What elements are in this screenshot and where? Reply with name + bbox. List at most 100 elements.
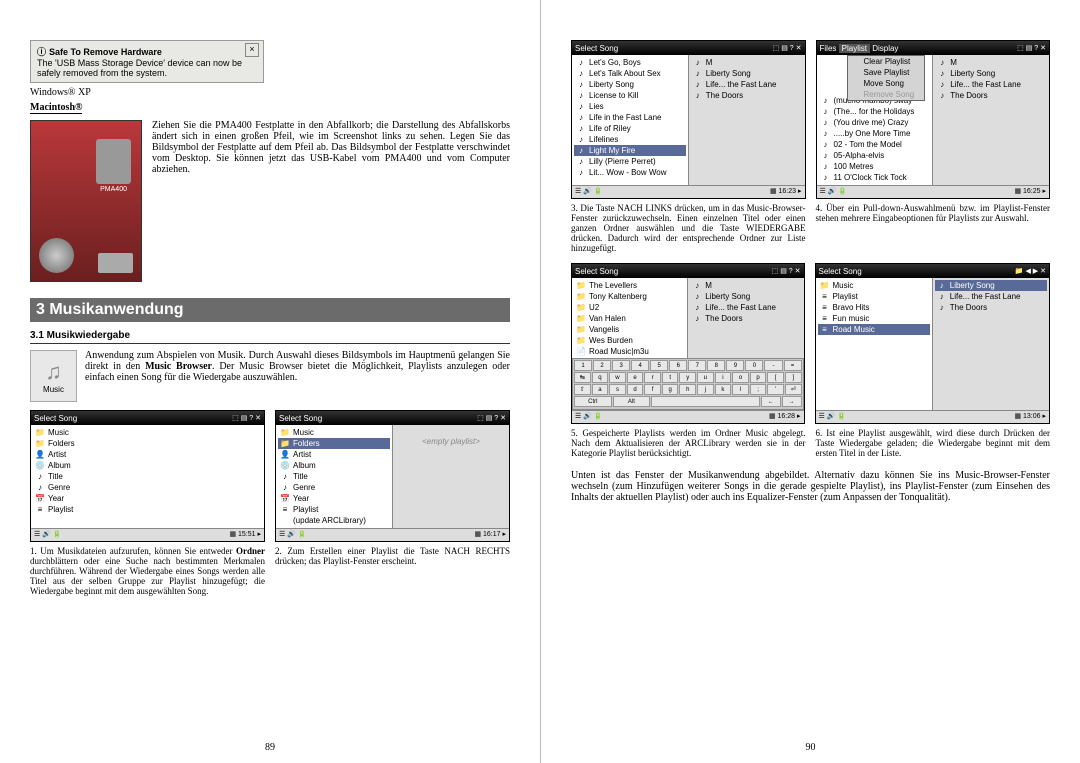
kb-key[interactable]: o — [732, 372, 749, 383]
kb-key[interactable]: h — [679, 384, 696, 395]
list-item[interactable]: 📅Year — [33, 493, 262, 504]
list-item[interactable]: 👤Artist — [33, 449, 262, 460]
kb-key[interactable]: 5 — [650, 360, 668, 371]
kb-key[interactable]: = — [784, 360, 802, 371]
list-item[interactable]: 📁Music — [33, 427, 262, 438]
kb-key[interactable]: f — [644, 384, 661, 395]
list-item[interactable]: 👤Artist — [278, 449, 390, 460]
list-item[interactable]: ♪Light My Fire — [574, 145, 686, 156]
list-item[interactable]: 📁Van Halen — [574, 313, 685, 324]
list-item[interactable]: ≡Fun music — [818, 313, 930, 324]
list-item[interactable]: ♪The Doors — [690, 313, 801, 324]
kb-key[interactable]: k — [715, 384, 732, 395]
kb-key[interactable]: w — [609, 372, 626, 383]
list-item[interactable]: ♪Liberty Song — [691, 68, 803, 79]
list-item[interactable]: 📁Vangelis — [574, 324, 685, 335]
list-item[interactable]: ♪Liberty Song — [935, 280, 1047, 291]
list-item[interactable]: ♪Liberty Song — [935, 68, 1047, 79]
list-item[interactable]: ≡Bravo Hits — [818, 302, 930, 313]
list-item[interactable]: (update ARCLibrary) — [278, 515, 390, 526]
menu-item[interactable]: Save Playlist — [848, 67, 925, 78]
kb-key[interactable]: ⏎ — [785, 384, 802, 395]
menu-item[interactable]: Move Song — [848, 78, 925, 89]
list-item[interactable]: 📁U2 — [574, 302, 685, 313]
playlist-dropdown-menu[interactable]: Clear PlaylistSave PlaylistMove SongRemo… — [847, 55, 926, 101]
kb-key[interactable]: y — [679, 372, 696, 383]
kb-key[interactable]: → — [782, 396, 802, 407]
list-item[interactable]: ♪Liberty Song — [690, 291, 801, 302]
list-item[interactable]: ♪Genre — [33, 482, 262, 493]
list-item[interactable]: 📁Folders — [278, 438, 390, 449]
list-item[interactable]: ♪02 - Tom the Model — [819, 139, 931, 150]
list-item[interactable]: ≡Playlist — [818, 291, 930, 302]
list-item[interactable]: ♪The Doors — [935, 90, 1047, 101]
list-item[interactable]: ♪.....by One More Time — [819, 128, 931, 139]
kb-key[interactable]: s — [609, 384, 626, 395]
titlebar-icons[interactable]: ⬚ ▤ ? ✕ — [477, 414, 506, 422]
kb-key[interactable]: p — [750, 372, 767, 383]
list-item[interactable]: ♪The Doors — [691, 90, 803, 101]
close-icon[interactable]: × — [245, 43, 259, 57]
kb-key[interactable]: 6 — [669, 360, 687, 371]
kb-key[interactable]: 9 — [726, 360, 744, 371]
kb-key[interactable]: ' — [767, 384, 784, 395]
list-item[interactable]: ♪Title — [278, 471, 390, 482]
kb-key[interactable]: i — [715, 372, 732, 383]
list-item[interactable]: ♪Let's Talk About Sex — [574, 68, 686, 79]
list-item[interactable]: ♪(The... for the Holidays — [819, 106, 931, 117]
list-item[interactable]: ♪Let's Go, Boys — [574, 57, 686, 68]
kb-key[interactable]: r — [644, 372, 661, 383]
list-item[interactable]: ♪Life in the Fast Lane — [574, 112, 686, 123]
list-item[interactable]: 📁Folders — [33, 438, 262, 449]
list-item[interactable]: ≡Playlist — [278, 504, 390, 515]
list-item[interactable]: 📁Music — [278, 427, 390, 438]
menu-item[interactable]: Clear Playlist — [848, 56, 925, 67]
kb-key[interactable]: [ — [767, 372, 784, 383]
list-item[interactable]: ♪License to Kill — [574, 90, 686, 101]
list-item[interactable]: ♪Life... the Fast Lane — [690, 302, 801, 313]
kb-key[interactable]: ← — [761, 396, 781, 407]
kb-key[interactable]: 1 — [574, 360, 592, 371]
list-item[interactable]: ≡Playlist — [33, 504, 262, 515]
list-item[interactable]: 📁Wes Burden — [574, 335, 685, 346]
kb-key[interactable]: ↹ — [574, 372, 591, 383]
list-item[interactable]: 📁Music — [818, 280, 930, 291]
list-item[interactable]: 📅Year — [278, 493, 390, 504]
list-item[interactable]: 📁Tony Kaltenberg — [574, 291, 685, 302]
list-item[interactable]: 📁The Levellers — [574, 280, 685, 291]
list-item[interactable]: ♪The Doors — [935, 302, 1047, 313]
list-item[interactable]: ♪Lilly (Pierre Perret) — [574, 156, 686, 167]
kb-key[interactable]: e — [627, 372, 644, 383]
kb-key[interactable]: 8 — [707, 360, 725, 371]
list-item[interactable]: ♪Lifelines — [574, 134, 686, 145]
list-item[interactable]: ♪M — [935, 57, 1047, 68]
kb-key[interactable]: l — [732, 384, 749, 395]
kb-key[interactable]: - — [764, 360, 782, 371]
kb-key[interactable]: 0 — [745, 360, 763, 371]
kb-key[interactable]: a — [592, 384, 609, 395]
list-item[interactable]: ♪Lies — [574, 101, 686, 112]
list-item[interactable]: ♪(You drive me) Crazy — [819, 117, 931, 128]
kb-key[interactable]: 4 — [631, 360, 649, 371]
list-item[interactable]: 💿Album — [33, 460, 262, 471]
kb-key[interactable]: u — [697, 372, 714, 383]
kb-key[interactable]: t — [662, 372, 679, 383]
list-item[interactable]: 💿Album — [278, 460, 390, 471]
list-item[interactable]: ≡Road Music — [818, 324, 930, 335]
list-item[interactable]: ♪Life of Riley — [574, 123, 686, 134]
list-item[interactable]: ♪Liberty Song — [574, 79, 686, 90]
list-item[interactable]: ♪05-Alpha-elvis — [819, 150, 931, 161]
list-item[interactable]: ♪Life... the Fast Lane — [935, 79, 1047, 90]
kb-key[interactable]: 7 — [688, 360, 706, 371]
kb-key[interactable]: d — [627, 384, 644, 395]
kb-key[interactable]: g — [662, 384, 679, 395]
kb-key[interactable]: ] — [785, 372, 802, 383]
list-item[interactable]: 📄Road Music|m3u — [574, 346, 685, 357]
kb-key[interactable]: j — [697, 384, 714, 395]
kb-key[interactable]: Alt — [613, 396, 651, 407]
list-item[interactable]: ♪M — [690, 280, 801, 291]
list-item[interactable]: ♪Lit... Wow - Bow Wow — [574, 167, 686, 178]
kb-key[interactable]: Ctrl — [574, 396, 612, 407]
list-item[interactable]: ♪100 Metres — [819, 161, 931, 172]
list-item[interactable]: ♪Life... the Fast Lane — [691, 79, 803, 90]
